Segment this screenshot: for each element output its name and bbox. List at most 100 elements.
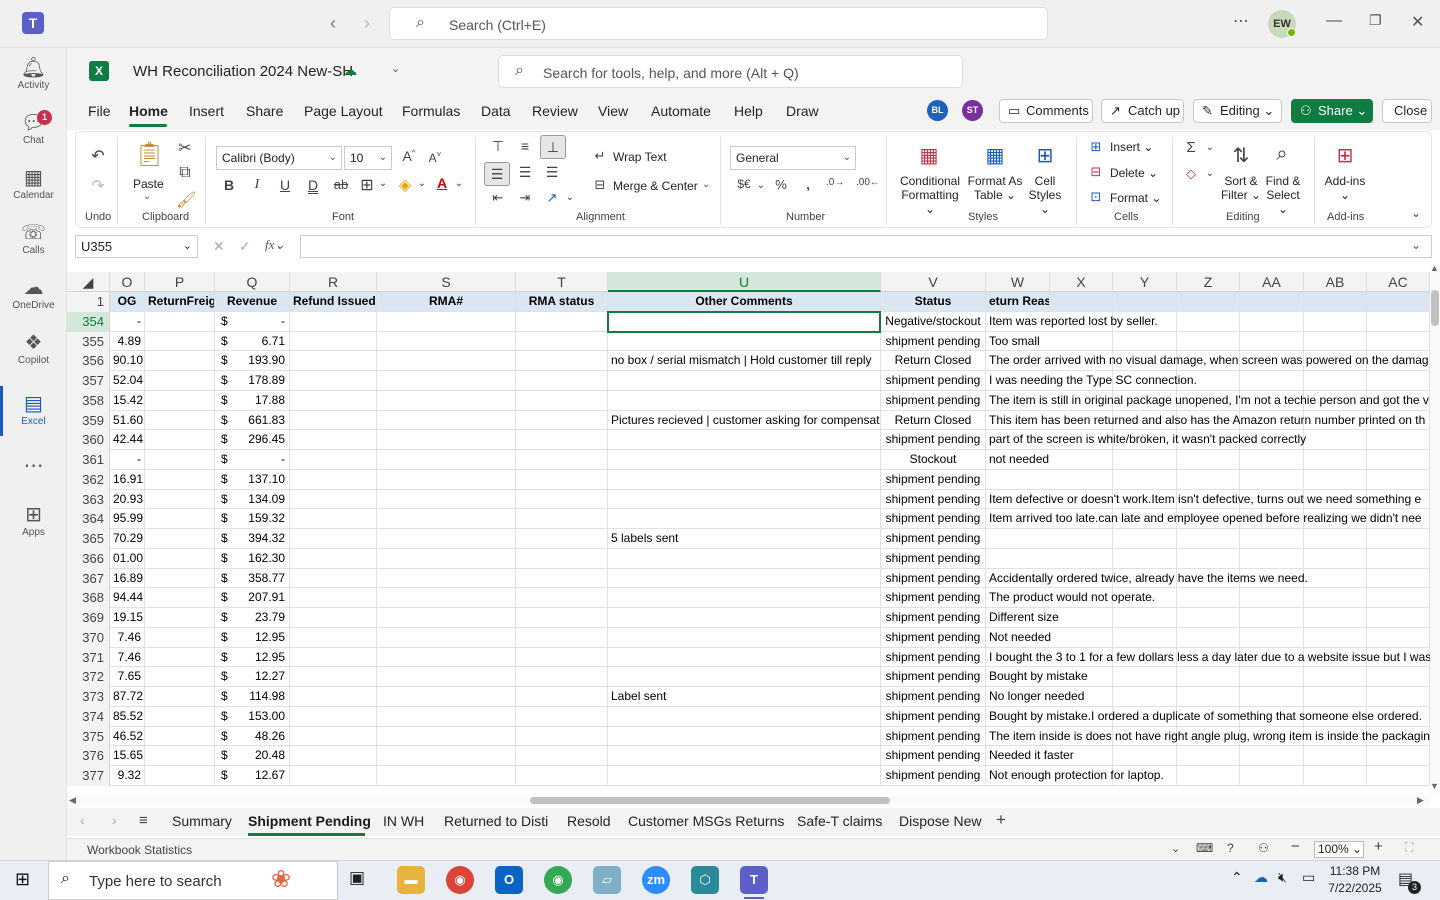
column-header-t[interactable]: T — [516, 272, 608, 292]
cell-p[interactable] — [145, 450, 215, 470]
cell-p[interactable] — [145, 608, 215, 628]
row-header[interactable]: 362 — [67, 469, 110, 490]
chrome-profile-icon[interactable]: ◉ — [544, 866, 572, 894]
cell-u[interactable] — [608, 430, 881, 450]
cell-r[interactable] — [290, 529, 377, 549]
column-header-o[interactable]: O — [110, 272, 145, 292]
column-header-x[interactable]: X — [1050, 272, 1113, 292]
row-header[interactable]: 366 — [67, 548, 110, 569]
share-button[interactable]: ⚇ Share ⌄ — [1291, 99, 1373, 123]
cell-w[interactable]: The item inside is does not have right a… — [986, 727, 1430, 747]
accounting-format-icon[interactable]: $€ — [734, 177, 754, 191]
feedback-icon[interactable]: ⚇ — [1258, 841, 1269, 855]
rail-item-apps[interactable]: ⊞ Apps — [0, 503, 67, 538]
cell-w[interactable]: The item is still in original package un… — [986, 391, 1430, 411]
cell-v[interactable]: shipment pending — [881, 706, 986, 727]
cell-p[interactable] — [145, 667, 215, 687]
cell-q[interactable]: $17.88 — [215, 390, 290, 411]
row-header[interactable]: 1 — [67, 292, 110, 312]
cell-q[interactable]: $153.00 — [215, 706, 290, 727]
align-right-icon[interactable]: ☰ — [543, 164, 561, 181]
cell-u[interactable]: Label sent — [608, 687, 881, 707]
format-as-table-button[interactable]: Format As Table ⌄ — [966, 174, 1024, 202]
add-sheet-icon[interactable]: + — [996, 810, 1006, 830]
header-cell-s[interactable]: RMA# — [377, 292, 516, 312]
cell-v[interactable]: shipment pending — [881, 608, 986, 628]
cell-w[interactable]: Needed it faster — [986, 746, 1430, 766]
tab-file[interactable]: File — [88, 103, 111, 119]
cell-t[interactable] — [516, 726, 608, 747]
cell-r[interactable] — [290, 390, 377, 411]
orientation-icon[interactable]: ↗ — [543, 190, 561, 206]
cell-t[interactable] — [516, 548, 608, 569]
cell-u[interactable]: Pictures recieved | customer asking for … — [608, 410, 881, 431]
scroll-down-icon[interactable]: ▼ — [1430, 781, 1439, 791]
cell-u[interactable] — [608, 469, 881, 490]
cell-s[interactable] — [377, 410, 516, 431]
cell-o[interactable]: 19.15 — [110, 608, 145, 628]
cell-q[interactable]: $6.71 — [215, 331, 290, 352]
cell-u[interactable] — [608, 706, 881, 727]
cell-t[interactable] — [516, 627, 608, 648]
cell-q[interactable]: $20.48 — [215, 746, 290, 766]
number-format-select[interactable]: General ⌄ — [730, 146, 856, 170]
cell-o[interactable]: - — [110, 450, 145, 470]
cell-w[interactable]: The order arrived with no visual damage,… — [986, 351, 1430, 371]
tab-home[interactable]: Home — [129, 103, 168, 119]
cell-r[interactable] — [290, 627, 377, 648]
tab-help[interactable]: Help — [734, 103, 763, 119]
chevron-down-icon[interactable]: ⌄ — [378, 178, 388, 189]
cell-t[interactable] — [516, 568, 608, 589]
cell-v[interactable]: shipment pending — [881, 430, 986, 450]
cell-s[interactable] — [377, 548, 516, 569]
cell-s[interactable] — [377, 509, 516, 529]
header-cell-r[interactable]: Refund Issued — [290, 292, 377, 312]
add-ins-button[interactable]: Add-ins ⌄ — [1324, 174, 1366, 202]
cell-p[interactable] — [145, 489, 215, 510]
windows-start-icon[interactable]: ⊞ — [15, 869, 30, 890]
taskbar-search-box[interactable]: ⌕ Type here to search ❀ — [48, 861, 338, 900]
help-icon[interactable]: ? — [1227, 841, 1234, 855]
cell-u[interactable] — [608, 588, 881, 608]
cell-t[interactable] — [516, 766, 608, 786]
align-center-icon[interactable]: ☰ — [516, 164, 534, 181]
cell-t[interactable] — [516, 450, 608, 470]
cell-t[interactable] — [516, 746, 608, 766]
double-underline-icon[interactable]: D — [305, 177, 321, 193]
cell-p[interactable] — [145, 390, 215, 411]
format-painter-icon[interactable]: 🖌︎ — [176, 190, 196, 210]
sheet-tab-safe-t-claims[interactable]: Safe-T claims — [797, 813, 882, 829]
increase-font-icon[interactable]: A^ — [400, 148, 418, 164]
cell-q[interactable]: $178.89 — [215, 371, 290, 391]
cell-p[interactable] — [145, 746, 215, 766]
cell-w[interactable]: Different size — [986, 608, 1430, 628]
zoom-select[interactable]: 100% ⌄ — [1314, 841, 1364, 858]
undo-icon[interactable]: ↶ — [88, 146, 108, 166]
teams-search-box[interactable]: ⌕ Search (Ctrl+E) — [389, 7, 1048, 40]
cell-r[interactable] — [290, 588, 377, 608]
paste-button[interactable]: Paste — [133, 177, 164, 191]
tools-search-box[interactable]: ⌕ Search for tools, help, and more (Alt … — [498, 55, 963, 88]
conditional-formatting-button[interactable]: Conditional Formatting ⌄ — [899, 174, 961, 216]
italic-icon[interactable]: I — [249, 177, 265, 193]
cell-v[interactable]: shipment pending — [881, 371, 986, 391]
keyboard-icon[interactable]: ⌨ — [1196, 841, 1213, 855]
sheet-tab-returned-to-disti[interactable]: Returned to Disti — [444, 813, 548, 829]
cell-u[interactable]: 5 labels sent — [608, 529, 881, 549]
chevron-up-icon[interactable]: ⌃ — [1231, 869, 1243, 886]
cell-r[interactable] — [290, 647, 377, 668]
row-header[interactable]: 354 — [67, 311, 110, 332]
cell-t[interactable] — [516, 469, 608, 490]
row-header[interactable]: 356 — [67, 351, 110, 371]
chevron-down-icon[interactable]: ⌄ — [1171, 842, 1180, 855]
header-cell-q[interactable]: Revenue — [215, 292, 290, 312]
cell-v[interactable]: shipment pending — [881, 489, 986, 510]
cell-w[interactable]: The product would not operate. — [986, 588, 1430, 608]
cell-p[interactable] — [145, 726, 215, 747]
cell-p[interactable] — [145, 509, 215, 529]
cell-t[interactable] — [516, 706, 608, 727]
cell-t[interactable] — [516, 430, 608, 450]
scroll-left-icon[interactable]: ◀ — [69, 795, 76, 806]
align-middle-icon[interactable]: ≡ — [516, 138, 534, 154]
all-sheets-menu-icon[interactable]: ≡ — [139, 812, 148, 829]
